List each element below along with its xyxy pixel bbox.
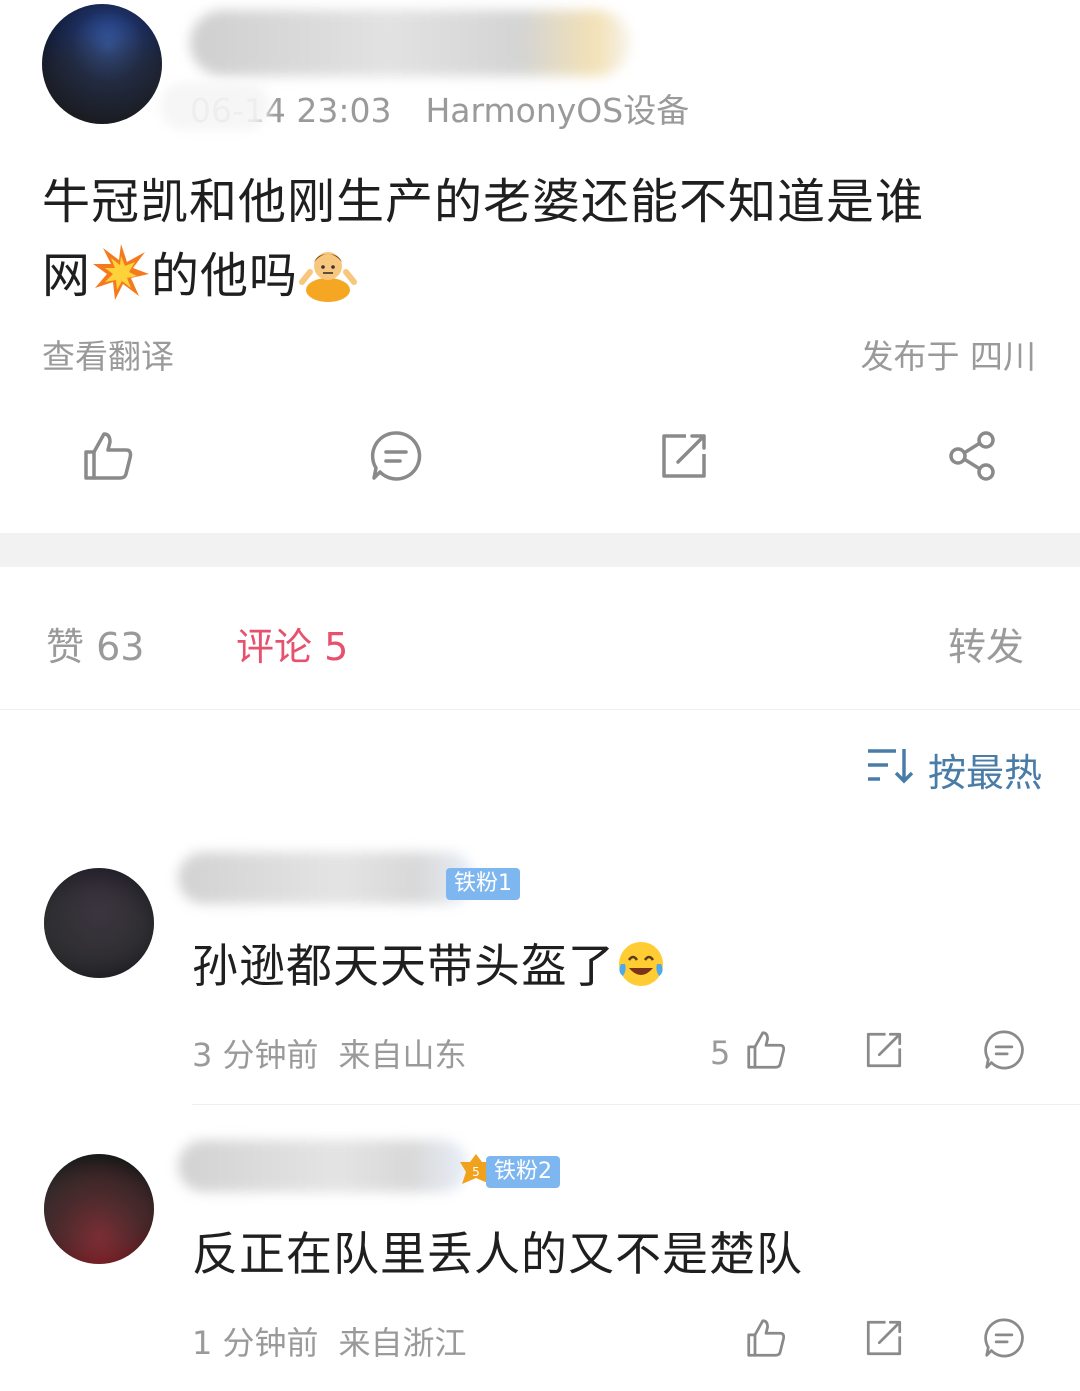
comment-text: 反正在队里丢人的又不是楚队 xyxy=(192,1227,803,1281)
meta-redaction xyxy=(160,82,270,130)
repost-icon[interactable] xyxy=(656,428,712,484)
post-text-line-1: 牛冠凯和他刚生产的老婆还能不知道是谁 xyxy=(42,174,925,230)
post-text-line-2: 网的他吗 xyxy=(42,239,1042,313)
section-divider xyxy=(0,533,1080,567)
like-icon[interactable] xyxy=(80,428,136,484)
sort-icon xyxy=(866,745,928,794)
shrug-emoji-icon xyxy=(298,242,358,302)
comment-icon[interactable] xyxy=(368,428,424,484)
explosion-emoji-icon xyxy=(91,242,151,302)
comment-reply-icon[interactable] xyxy=(982,1316,1026,1360)
comment-repost-icon[interactable] xyxy=(862,1316,906,1360)
post-author-avatar[interactable] xyxy=(42,4,162,124)
tab-comments[interactable]: 评论 5 xyxy=(236,616,348,671)
comment-meta: 1 分钟前 来自浙江 xyxy=(192,1324,467,1362)
fan-badge: 铁粉2 xyxy=(486,1156,560,1188)
comment-repost-icon[interactable] xyxy=(862,1028,906,1072)
tears-of-joy-emoji-icon xyxy=(615,938,667,990)
comment-author-name-redacted[interactable] xyxy=(178,1140,468,1192)
comment-avatar[interactable] xyxy=(44,1154,154,1264)
post-location: 发布于 四川 xyxy=(860,337,1037,376)
comment-like-count: 5 xyxy=(710,1034,731,1072)
sort-label: 按最热 xyxy=(927,751,1042,795)
svg-text:5: 5 xyxy=(472,1165,480,1179)
view-translation-link[interactable]: 查看翻译 xyxy=(42,330,174,378)
comment-author-name-redacted[interactable] xyxy=(178,852,474,904)
comment-separator xyxy=(192,1104,1080,1105)
tab-reposts[interactable]: 转发 xyxy=(948,616,1024,671)
comment-like-icon[interactable] xyxy=(744,1028,788,1072)
tab-likes[interactable]: 赞 63 xyxy=(46,616,144,671)
comment-like-icon[interactable] xyxy=(744,1316,788,1360)
fan-badge: 铁粉1 xyxy=(446,868,520,900)
tab-divider xyxy=(0,709,1080,710)
post-author-name-redacted[interactable] xyxy=(190,10,630,76)
comment-meta: 3 分钟前 来自山东 xyxy=(192,1036,467,1074)
share-icon[interactable] xyxy=(944,428,1000,484)
comment-reply-icon[interactable] xyxy=(982,1028,1026,1072)
comment-text: 孙逊都天天带头盔了 xyxy=(192,930,667,996)
post-device: HarmonyOS设备 xyxy=(425,91,690,130)
comment-avatar[interactable] xyxy=(44,868,154,978)
post-body: 牛冠凯和他刚生产的老婆还能不知道是谁 网的他吗 xyxy=(42,165,1042,313)
sort-button[interactable]: 按最热 xyxy=(866,742,1042,797)
